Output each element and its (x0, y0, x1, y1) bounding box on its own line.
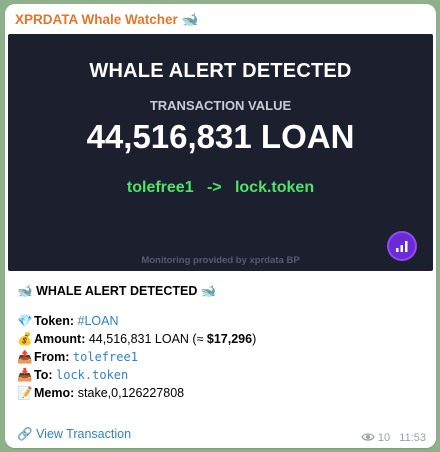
card-transfer-flow: tolefree1 -> lock.token (8, 179, 433, 197)
message-bubble: XPRDATA Whale Watcher 🐋 WHALE ALERT DETE… (5, 4, 436, 448)
headline-line: 🐋 WHALE ALERT DETECTED 🐋 (17, 282, 429, 300)
from-label: From: (34, 350, 70, 364)
memo-value: stake,0,126227808 (77, 386, 185, 400)
link-icon: 🔗 (17, 427, 33, 441)
card-from: tolefree1 (126, 179, 194, 196)
whale-icon: 🐋 (17, 284, 33, 298)
sender-name[interactable]: XPRDATA Whale Watcher 🐋 (15, 12, 198, 28)
from-line: 📤From: tolefree1 (17, 348, 429, 366)
message-text: 🐋 WHALE ALERT DETECTED 🐋 💎Token: #LOAN 💰… (17, 282, 429, 402)
token-label: Token: (34, 314, 75, 328)
memo-label: Memo: (34, 386, 75, 400)
outbox-tray-icon: 📤 (17, 350, 33, 364)
headline-text: WHALE ALERT DETECTED (36, 284, 198, 298)
amount-label: Amount: (34, 332, 86, 346)
card-footer: Monitoring provided by xprdata BP (141, 255, 300, 266)
amount-close: ) (252, 332, 257, 346)
from-account[interactable]: tolefree1 (73, 350, 138, 364)
whale-icon: 🐋 (200, 284, 217, 298)
bar-chart-icon (389, 233, 415, 259)
card-transaction-value: 44,516,831 LOAN (86, 118, 355, 155)
money-bag-icon: 💰 (17, 332, 33, 346)
to-line: 📥To: lock.token (17, 366, 429, 384)
view-transaction-row: 🔗 View Transaction (17, 427, 131, 442)
amount-usd: $17,296 (206, 332, 253, 346)
sender-name-label: XPRDATA Whale Watcher (15, 12, 178, 27)
to-label: To: (34, 368, 53, 382)
amount-line: 💰Amount: 44,516,831 LOAN (≈ $17,296) (17, 330, 429, 348)
message-time: 11:53 (399, 432, 426, 444)
view-transaction-link[interactable]: View Transaction (36, 427, 131, 441)
memo-icon: 📝 (17, 386, 33, 400)
card-title: WHALE ALERT DETECTED (89, 60, 352, 82)
inbox-tray-icon: 📥 (17, 368, 33, 382)
card-to: lock.token (234, 179, 315, 196)
alert-image[interactable]: WHALE ALERT DETECTED TRANSACTION VALUE 4… (8, 34, 433, 271)
to-account[interactable]: lock.token (56, 368, 128, 382)
gem-icon: 💎 (17, 314, 33, 328)
token-line: 💎Token: #LOAN (17, 312, 429, 330)
memo-line: 📝Memo: stake,0,126227808 (17, 384, 429, 402)
token-hashtag-link[interactable]: #LOAN (78, 314, 119, 328)
card-value-label: TRANSACTION VALUE (149, 98, 292, 113)
view-count: 10 (377, 432, 391, 444)
message-meta: 10 11:53 (361, 432, 426, 445)
card-arrow: -> (206, 179, 222, 196)
eye-icon (361, 432, 375, 445)
amount-value: 44,516,831 LOAN (≈ (88, 332, 207, 346)
whale-icon: 🐋 (181, 12, 199, 27)
